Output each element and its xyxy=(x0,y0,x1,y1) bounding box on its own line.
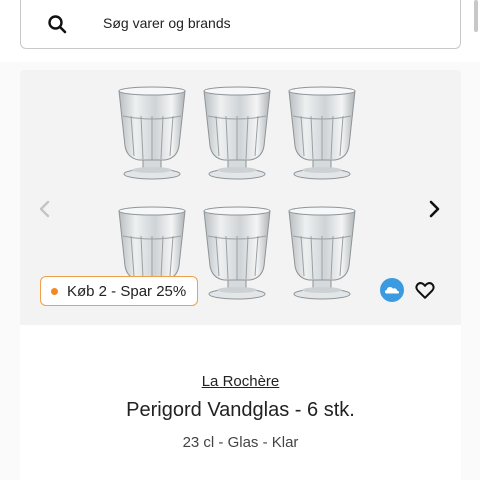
promo-badge: Køb 2 - Spar 25% xyxy=(40,276,199,306)
product-card[interactable]: Køb 2 - Spar 25% La Rochère Perigord Van… xyxy=(20,70,461,480)
top-bar: Søg varer og brands xyxy=(0,0,480,62)
promo-dot xyxy=(51,287,58,295)
glass-2 xyxy=(203,86,271,180)
promo-label: Køb 2 - Spar 25% xyxy=(67,282,187,300)
product-image[interactable]: Køb 2 - Spar 25% xyxy=(20,70,461,325)
glass-6 xyxy=(288,206,356,300)
search-placeholder: Søg varer og brands xyxy=(103,15,231,31)
chevron-right-icon[interactable] xyxy=(421,196,447,222)
search-input[interactable]: Søg varer og brands xyxy=(20,0,461,49)
product-details: 23 cl - Glas - Klar xyxy=(182,434,299,451)
heart-icon[interactable] xyxy=(414,279,436,301)
glass-1 xyxy=(118,86,186,180)
search-icon xyxy=(48,15,67,34)
product-brand-link[interactable]: La Rochère xyxy=(20,373,461,390)
product-title[interactable]: Perigord Vandglas - 6 stk. xyxy=(20,399,461,422)
cloud-icon xyxy=(380,278,404,302)
scrollbar[interactable] xyxy=(474,0,478,32)
glass-3 xyxy=(288,86,356,180)
chevron-left-icon[interactable] xyxy=(32,196,58,222)
glass-5 xyxy=(203,206,271,300)
